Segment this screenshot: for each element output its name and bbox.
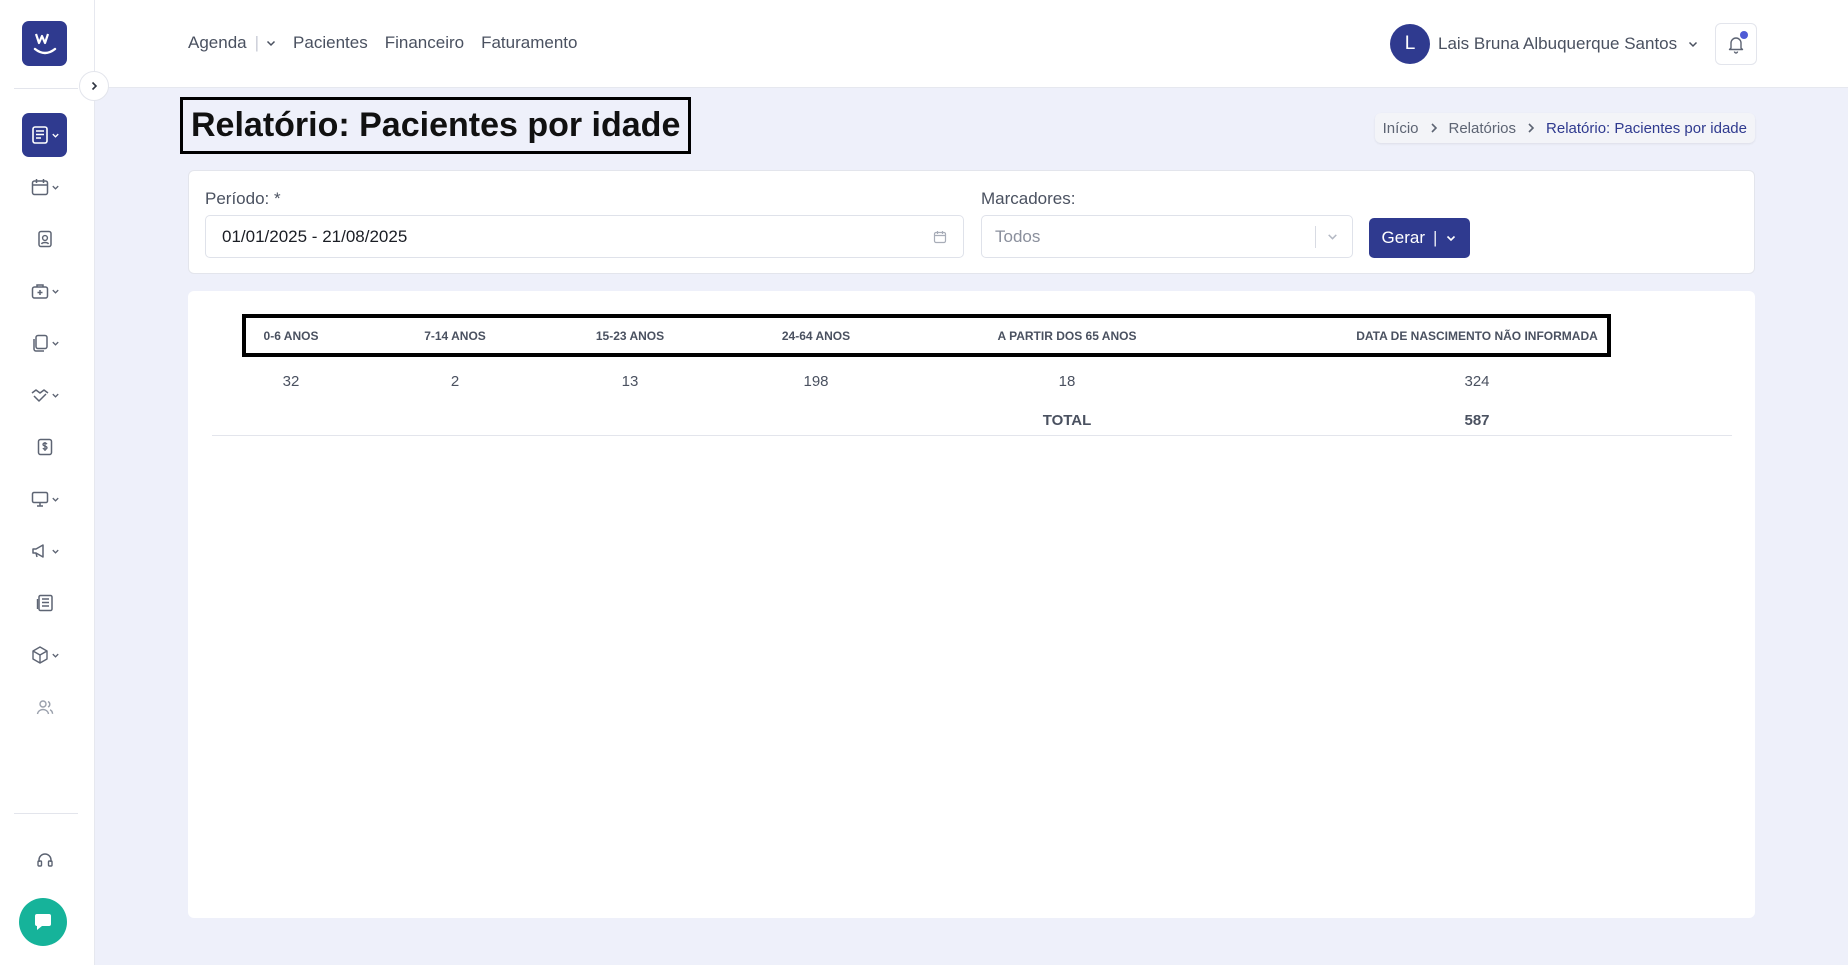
column-value: 198 — [803, 373, 829, 390]
breadcrumb-current: Relatório: Pacientes por idade — [1546, 119, 1747, 137]
sidebar-item-support[interactable] — [22, 840, 67, 880]
column-header: A PARTIR DOS 65 ANOS — [997, 329, 1137, 343]
package-icon — [31, 646, 48, 664]
column-value: 18 — [1058, 373, 1076, 390]
column-header: DATA DE NASCIMENTO NÃO INFORMADA — [1356, 329, 1598, 343]
chevron-right-icon — [91, 81, 98, 91]
user-menu-chevron — [1687, 38, 1699, 50]
nav-agenda-dropdown[interactable] — [265, 37, 277, 49]
chevron-down-icon — [51, 185, 59, 190]
chevron-down-icon — [51, 341, 59, 346]
sidebar-item-medical[interactable] — [22, 271, 67, 311]
column-value: 324 — [1464, 373, 1490, 390]
column-value: 32 — [282, 373, 300, 390]
sidebar-item-news[interactable] — [22, 583, 67, 623]
select-divider — [1315, 225, 1316, 248]
calendar-icon — [933, 230, 947, 243]
user-name: Lais Bruna Albuquerque Santos — [1438, 34, 1678, 53]
sidebar-item-inventory[interactable] — [22, 635, 67, 675]
documents-icon — [32, 334, 48, 352]
topbar: Agenda | Pacientes Financeiro Faturament… — [95, 0, 1848, 88]
chevron-down-icon — [1447, 235, 1456, 242]
sidebar — [0, 0, 95, 965]
generate-button-label: Gerar — [1381, 228, 1426, 247]
chat-icon — [35, 914, 51, 930]
button-separator: | — [1433, 228, 1438, 247]
chevron-down-icon — [51, 549, 59, 554]
table-divider — [212, 435, 1732, 436]
chevron-down-icon — [267, 40, 276, 47]
sidebar-collapse-toggle[interactable] — [79, 71, 109, 101]
sidebar-item-documents[interactable] — [22, 323, 67, 363]
generate-button[interactable]: Gerar | — [1369, 218, 1470, 258]
column-header: 15-23 ANOS — [595, 329, 665, 343]
period-date-range-input[interactable]: 01/01/2025 - 21/08/2025 — [205, 215, 964, 258]
markers-value: Todos — [995, 226, 1041, 246]
markers-label: Marcadores: — [981, 189, 1076, 208]
breadcrumb-reports[interactable]: Relatórios — [1449, 120, 1517, 137]
chevron-down-icon — [51, 133, 59, 138]
chevron-right-icon — [1528, 123, 1535, 133]
megaphone-icon — [31, 544, 44, 558]
column-header: 24-64 ANOS — [781, 329, 851, 343]
nav-separator: | — [254, 33, 260, 52]
id-badge-icon — [37, 230, 52, 248]
breadcrumb: Início Relatórios Relatório: Pacientes p… — [1374, 113, 1755, 143]
breadcrumb-separator — [1526, 122, 1536, 134]
sidebar-item-marketing[interactable] — [22, 531, 67, 571]
breadcrumb-separator — [1429, 122, 1439, 134]
users-icon — [36, 700, 53, 715]
column-value: 2 — [450, 373, 460, 390]
sidebar-divider — [14, 88, 78, 89]
markers-select-indicators — [1315, 225, 1339, 248]
sidebar-item-reports[interactable] — [22, 113, 67, 157]
chevron-down-icon — [51, 393, 59, 398]
total-label: TOTAL — [1042, 412, 1092, 429]
period-value: 01/01/2025 - 21/08/2025 — [222, 226, 408, 246]
user-menu[interactable]: L Lais Bruna Albuquerque Santos — [1390, 24, 1699, 64]
chevron-down-icon — [1328, 234, 1337, 240]
sidebar-divider — [14, 813, 78, 814]
filter-card: Período: * 01/01/2025 - 21/08/2025 Marca… — [188, 170, 1755, 274]
report-card: 0-6 ANOS 7-14 ANOS 15-23 ANOS 24-64 ANOS… — [188, 291, 1755, 918]
monitor-icon — [31, 491, 48, 507]
chevron-down-icon — [1689, 41, 1698, 48]
notifications-button[interactable] — [1715, 23, 1757, 65]
chevron-down-icon — [51, 497, 59, 502]
top-navigation: Agenda | Pacientes Financeiro Faturament… — [188, 33, 594, 53]
app-logo[interactable] — [22, 21, 67, 66]
newspaper-icon — [36, 594, 53, 612]
nav-agenda[interactable]: Agenda — [188, 33, 247, 53]
sidebar-item-calendar[interactable] — [22, 167, 67, 207]
report-icon — [31, 126, 48, 144]
total-value: 587 — [1464, 412, 1490, 429]
chat-button[interactable] — [19, 898, 67, 946]
markers-select[interactable]: Todos — [981, 215, 1353, 258]
column-header: 0-6 ANOS — [263, 329, 319, 343]
logo-icon — [33, 33, 56, 54]
nav-financeiro[interactable]: Financeiro — [385, 33, 464, 53]
sidebar-item-patient-card[interactable] — [22, 219, 67, 259]
calendar-icon — [31, 179, 48, 196]
sidebar-item-procedures[interactable] — [22, 375, 67, 415]
handshake-icon — [31, 389, 48, 402]
notification-dot — [1740, 31, 1748, 39]
sidebar-item-users[interactable] — [22, 687, 67, 727]
dollar-icon — [37, 438, 52, 456]
column-value: 13 — [621, 373, 639, 390]
headset-icon — [36, 853, 53, 867]
breadcrumb-home[interactable]: Início — [1383, 120, 1419, 137]
avatar: L — [1390, 24, 1430, 64]
page-title: Relatório: Pacientes por idade — [180, 97, 692, 154]
medical-bag-icon — [31, 284, 48, 299]
period-label: Período: * — [205, 189, 281, 208]
chevron-down-icon — [51, 289, 59, 294]
chevron-right-icon — [1430, 123, 1437, 133]
sidebar-item-monitor[interactable] — [22, 479, 67, 519]
nav-pacientes[interactable]: Pacientes — [293, 33, 368, 53]
sidebar-item-finance[interactable] — [22, 427, 67, 467]
chevron-down-icon — [51, 653, 59, 658]
nav-faturamento[interactable]: Faturamento — [481, 33, 577, 53]
column-header: 7-14 ANOS — [424, 329, 486, 343]
